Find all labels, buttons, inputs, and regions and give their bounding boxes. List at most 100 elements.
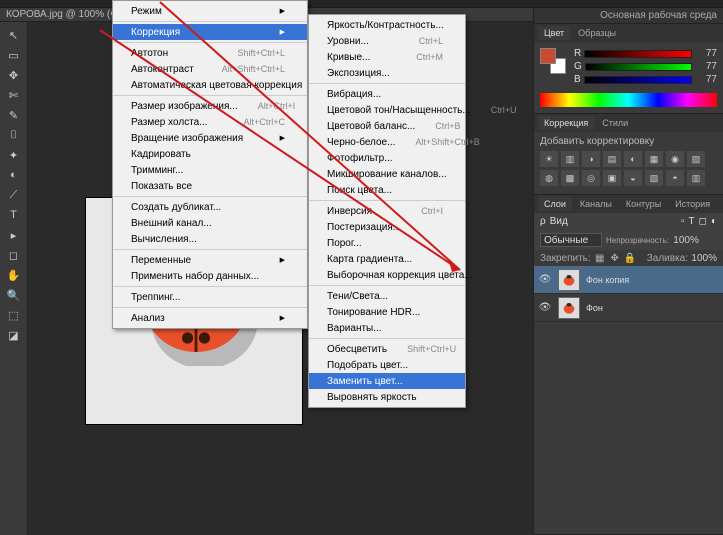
menu-item[interactable]: Коррекция [113,24,307,40]
opacity-value[interactable]: 100% [673,235,699,246]
menu-item[interactable]: Внешний канал... [113,215,307,231]
layer-row[interactable]: 👁 Фон копия [534,266,723,294]
menu-item[interactable]: Показать все [113,178,307,194]
menu-item[interactable]: Кривые...Ctrl+M [309,49,465,65]
tab-Контуры[interactable]: Контуры [620,197,667,211]
menu-item[interactable]: Автоматическая цветовая коррекцияShift+C… [113,77,307,93]
tool-6[interactable]: ✦ [3,146,25,164]
menu-item[interactable]: Вращение изображения [113,130,307,146]
layer-thumb[interactable] [558,297,580,319]
adj-icon-8[interactable]: ◍ [540,170,558,186]
menu-item[interactable]: Заменить цвет... [309,373,465,389]
menu-item[interactable]: Создать дубликат... [113,199,307,215]
adj-icon-3[interactable]: ▤ [603,151,621,167]
spectrum-bar[interactable] [540,93,717,107]
menu-item[interactable]: Варианты... [309,320,465,336]
tab-adjustments[interactable]: Коррекция [538,116,594,130]
filter-icon[interactable]: ◻ [699,216,707,227]
menu-item[interactable]: Черно-белое...Alt+Shift+Ctrl+B [309,134,465,150]
tool-4[interactable]: ✎ [3,106,25,124]
filter-icon[interactable]: ◐ [711,216,717,227]
tool-10[interactable]: ▸ [3,226,25,244]
menu-item[interactable]: Яркость/Контрастность... [309,17,465,33]
b-slider[interactable] [584,76,692,84]
tool-3[interactable]: ✄ [3,86,25,104]
menu-item[interactable]: Поиск цвета... [309,182,465,198]
adj-icon-13[interactable]: ▧ [645,170,663,186]
tab-История[interactable]: История [669,197,716,211]
menu-item[interactable]: Тримминг... [113,162,307,178]
lock-all-icon[interactable]: 🔒 [624,252,636,264]
tab-color[interactable]: Цвет [538,26,570,40]
adj-icon-5[interactable]: ▦ [645,151,663,167]
menu-item[interactable]: Размер изображения...Alt+Ctrl+I [113,98,307,114]
menu-item[interactable]: Выровнять яркость [309,389,465,405]
adjustments-submenu[interactable]: Яркость/Контрастность...Уровни...Ctrl+LК… [308,14,466,408]
menu-item[interactable]: Экспозиция... [309,65,465,81]
menu-item[interactable]: Размер холста...Alt+Ctrl+C [113,114,307,130]
adj-icon-6[interactable]: ◉ [666,151,684,167]
adj-icon-12[interactable]: ◒ [624,170,642,186]
menu-item[interactable]: ОбесцветитьShift+Ctrl+U [309,341,465,357]
menu-item[interactable]: Вибрация... [309,86,465,102]
menu-item[interactable]: Треппинг... [113,289,307,305]
adj-icon-14[interactable]: ◓ [666,170,684,186]
adj-icon-10[interactable]: ◎ [582,170,600,186]
tool-12[interactable]: ✋ [3,266,25,284]
adj-icon-11[interactable]: ▣ [603,170,621,186]
tab-Слои[interactable]: Слои [538,197,572,211]
tool-9[interactable]: T [3,206,25,224]
adj-icon-0[interactable]: ☀ [540,151,558,167]
g-slider[interactable] [585,63,692,71]
blend-mode-select[interactable]: Обычные [540,233,602,247]
menu-item[interactable]: Переменные [113,252,307,268]
tool-5[interactable]: ⌷ [3,126,25,144]
tab-swatches[interactable]: Образцы [572,26,622,40]
adj-icon-9[interactable]: ▩ [561,170,579,186]
menu-item[interactable]: Тонирование HDR... [309,304,465,320]
r-slider[interactable] [584,50,692,58]
adj-icon-15[interactable]: ▥ [687,170,705,186]
workspace-label[interactable]: Основная рабочая среда [600,10,717,21]
lock-pixels-icon[interactable]: ▦ [594,252,606,264]
lock-position-icon[interactable]: ✥ [609,252,621,264]
adj-icon-4[interactable]: ◐ [624,151,642,167]
menu-item[interactable]: Кадрировать [113,146,307,162]
tool-14[interactable]: ⬚ [3,306,25,324]
menu-item[interactable]: Подобрать цвет... [309,357,465,373]
menu-item[interactable]: Порог... [309,235,465,251]
filter-icon[interactable]: T [689,216,695,227]
menu-item[interactable]: Анализ [113,310,307,326]
menu-item[interactable]: Тени/Света... [309,288,465,304]
layer-row[interactable]: 👁 Фон [534,294,723,322]
menu-item[interactable]: Фотофильтр... [309,150,465,166]
menu-item[interactable]: АвтотонShift+Ctrl+L [113,45,307,61]
tab-Каналы[interactable]: Каналы [574,197,618,211]
menu-item[interactable]: Цветовой тон/Насыщенность...Ctrl+U [309,102,465,118]
menu-item[interactable]: Вычисления... [113,231,307,247]
image-menu[interactable]: Режим Коррекция АвтотонShift+Ctrl+LАвтокон… [112,0,308,329]
tool-15[interactable]: ◪ [3,326,25,344]
menu-item[interactable]: Выборочная коррекция цвета... [309,267,465,283]
layer-name[interactable]: Фон копия [586,275,629,285]
tool-8[interactable]: ⟋ [3,186,25,204]
adj-icon-7[interactable]: ▨ [687,151,705,167]
menu-item[interactable]: ИнверсияCtrl+I [309,203,465,219]
tool-11[interactable]: ◻ [3,246,25,264]
layer-name[interactable]: Фон [586,303,603,313]
menu-item[interactable]: Микширование каналов... [309,166,465,182]
filter-icon[interactable]: ▫ [681,216,685,227]
visibility-icon[interactable]: 👁 [538,302,552,313]
fill-value[interactable]: 100% [691,253,717,264]
tool-1[interactable]: ▭ [3,46,25,64]
menu-item[interactable]: Режим [113,3,307,19]
visibility-icon[interactable]: 👁 [538,274,552,285]
menu-item[interactable]: Карта градиента... [309,251,465,267]
fg-bg-swatch[interactable] [540,48,566,74]
tool-13[interactable]: 🔍 [3,286,25,304]
tool-7[interactable]: ◐ [3,166,25,184]
tool-0[interactable]: ↖ [3,26,25,44]
menu-item[interactable]: АвтоконтрастAlt+Shift+Ctrl+L [113,61,307,77]
tool-2[interactable]: ✥ [3,66,25,84]
tab-styles[interactable]: Стили [596,116,634,130]
